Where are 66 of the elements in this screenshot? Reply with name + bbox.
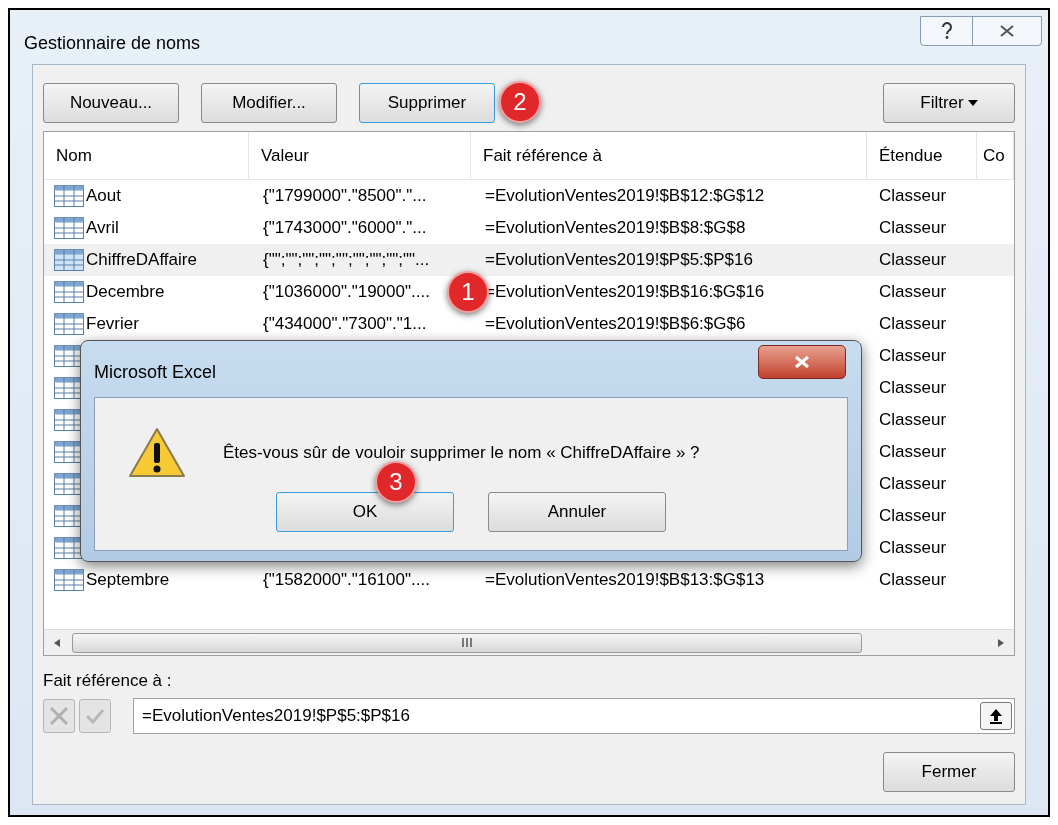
- cross-icon: [49, 705, 69, 726]
- refers-to-label: Fait référence à :: [43, 670, 173, 692]
- table-cell: {"434000"."7300"."1...: [263, 314, 427, 334]
- upload-arrow-icon: [989, 707, 1003, 724]
- table-icon: [54, 249, 84, 271]
- toolbar-button[interactable]: Modifier...: [201, 83, 337, 123]
- toolbar-button[interactable]: Nouveau...: [43, 83, 179, 123]
- alert-button[interactable]: OK: [276, 492, 454, 532]
- table-cell: Classeur: [879, 346, 947, 366]
- toolbar-button[interactable]: Supprimer: [359, 83, 495, 123]
- alert-button[interactable]: Annuler: [488, 492, 666, 532]
- table-cell-text: Aout: [86, 185, 121, 208]
- column-header[interactable]: Co: [977, 132, 1014, 179]
- table-cell: =EvolutionVentes2019!$B$6:$G$6: [485, 314, 746, 334]
- table-cell: =EvolutionVentes2019!$P$5:$P$16: [485, 250, 753, 270]
- table-cell: {"1582000"."16100"....: [263, 570, 430, 590]
- table-cell: =EvolutionVentes2019!$B$13:$G$13: [485, 570, 765, 590]
- close-dialog-button[interactable]: Fermer: [883, 751, 1015, 792]
- table-cell: =EvolutionVentes2019!$B$8:$G$8: [485, 218, 746, 238]
- table-cell-text: Decembre: [86, 281, 165, 304]
- collapse-button[interactable]: [980, 701, 1012, 730]
- table-cell-text: Septembre: [86, 569, 170, 592]
- table-cell: {"1799000"."8500"."...: [263, 186, 427, 206]
- table-icon: [54, 185, 84, 207]
- table-cell: Classeur: [879, 314, 947, 334]
- table-cell: Classeur: [879, 378, 947, 398]
- table-icon: [54, 281, 84, 303]
- alert-title: Microsoft Excel: [94, 361, 217, 384]
- horizontal-scrollbar[interactable]: [44, 629, 1014, 655]
- table-cell: {"1036000"."19000"....: [263, 282, 430, 302]
- caret-icon: [967, 100, 978, 106]
- close-icon: [1000, 25, 1014, 37]
- table-cell: Classeur: [879, 538, 947, 558]
- warning-icon: [127, 426, 187, 480]
- column-header[interactable]: Fait référence à: [471, 132, 867, 179]
- window-title: Gestionnaire de noms: [24, 32, 201, 55]
- help-icon: [940, 22, 953, 40]
- table-cell: Classeur: [879, 506, 947, 526]
- table-cell-text: Fevrier: [86, 313, 139, 336]
- table-cell: Classeur: [879, 218, 947, 238]
- scrollbar-thumb[interactable]: [72, 632, 862, 653]
- filter-dropdown[interactable]: Filtrer: [883, 83, 1015, 123]
- table-cell-text: ChiffreDAffaire: [86, 249, 197, 272]
- table-cell: Classeur: [879, 186, 947, 206]
- table-cell: {"";"";"";"";"";"";"";"";""...: [263, 250, 430, 270]
- table-cell: =EvolutionVentes2019!$B$12:$G$12: [485, 186, 765, 206]
- table-cell: Classeur: [879, 282, 947, 302]
- refers-to-field[interactable]: =EvolutionVentes2019!$P$5:$P$16: [133, 697, 1015, 734]
- check-icon: [85, 706, 105, 725]
- name-row[interactable]: ChiffreDAffaire {"";"";"";"";"";"";"";"";""... =EvolutionVentes2019!$P$5:$P$16 Classeur: [44, 244, 1014, 276]
- column-header[interactable]: Valeur: [249, 132, 471, 179]
- table-cell: {"1743000"."6000"."...: [263, 218, 427, 238]
- alert-close-button[interactable]: [758, 345, 846, 379]
- table-icon: [54, 569, 84, 591]
- table-cell: Classeur: [879, 250, 947, 270]
- table-icon: [54, 217, 84, 239]
- column-header[interactable]: Étendue: [867, 132, 977, 179]
- table-icon: [54, 313, 84, 335]
- table-cell: Classeur: [879, 474, 947, 494]
- table-cell: Classeur: [879, 442, 947, 462]
- column-header[interactable]: Nom: [44, 132, 249, 179]
- grip-icon: [462, 638, 472, 647]
- table-cell: Classeur: [879, 410, 947, 430]
- close-icon: [794, 355, 810, 369]
- table-cell-text: Avril: [86, 217, 119, 240]
- table-cell: Classeur: [879, 570, 947, 590]
